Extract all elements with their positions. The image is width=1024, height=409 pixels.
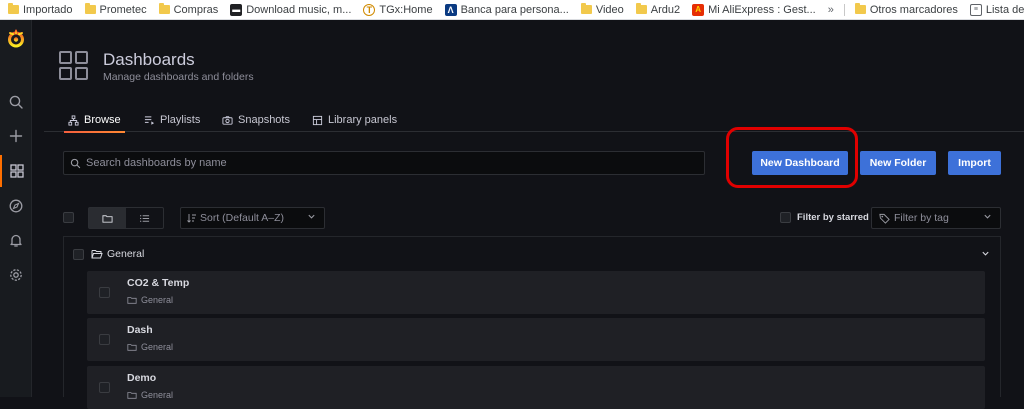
site-icon: T <box>363 3 376 16</box>
folder-icon <box>8 3 19 14</box>
bookmarks-divider <box>843 3 845 16</box>
dashboard-title: Dash <box>127 324 153 336</box>
sort-select[interactable]: Sort (Default A–Z) <box>180 207 325 229</box>
chevron-down-icon <box>308 214 315 219</box>
list-view-button[interactable] <box>126 208 163 228</box>
dashboard-folder-label: General <box>127 295 173 305</box>
folder-open-icon <box>91 250 103 259</box>
library-icon <box>312 115 323 125</box>
list-icon <box>140 214 150 222</box>
folder-icon <box>127 297 137 304</box>
dashboard-row[interactable]: Demo General <box>87 366 985 409</box>
folder-icon <box>854 3 866 14</box>
search-icon <box>70 158 81 168</box>
sidebar <box>0 20 32 397</box>
bookmark-tgx-home[interactable]: T TGx:Home <box>363 3 433 16</box>
tab-playlists[interactable]: Playlists <box>144 108 200 132</box>
tab-library-panels[interactable]: Library panels <box>312 108 397 132</box>
import-button[interactable]: Import <box>948 151 1001 175</box>
view-toggle <box>88 207 164 229</box>
new-dashboard-button[interactable]: New Dashboard <box>752 151 848 175</box>
filter-starred-label: Filter by starred <box>797 212 869 223</box>
bookmarks-bar: Importado Prometec Compras ▬ Download mus… <box>0 0 1024 20</box>
search-icon <box>9 95 23 109</box>
bookmark-download-music[interactable]: ▬ Download music, m... <box>230 3 351 16</box>
folder-checkbox[interactable] <box>73 249 84 260</box>
alerting-icon <box>10 234 22 247</box>
playlist-icon <box>144 115 155 125</box>
dashboard-folder-label: General <box>127 342 173 352</box>
bookmark-ardu2[interactable]: Ardu2 <box>635 3 680 16</box>
folder-icon <box>580 3 592 14</box>
bookmark-video[interactable]: Video <box>580 3 624 16</box>
bank-icon: Λ <box>444 3 457 16</box>
bookmark-compras[interactable]: Compras <box>158 3 218 16</box>
new-folder-button[interactable]: New Folder <box>860 151 936 175</box>
explore-icon <box>9 199 23 213</box>
folder-name: General <box>107 248 145 260</box>
search-input[interactable] <box>86 157 686 169</box>
select-all-checkbox[interactable] <box>63 212 74 223</box>
plus-icon <box>9 129 23 143</box>
folder-icon <box>102 214 113 223</box>
folder-icon <box>84 3 96 14</box>
dashboards-icon <box>59 51 88 80</box>
dashboard-title: Demo <box>127 372 157 384</box>
dashboard-list: General CO2 & Temp General Dash General … <box>63 236 1001 409</box>
row-checkbox[interactable] <box>99 334 110 345</box>
tab-bar: Browse Playlists Snapshots Library panel… <box>44 108 1024 133</box>
row-checkbox[interactable] <box>99 382 110 393</box>
car-icon: ▬ <box>230 3 243 16</box>
bookmark-aliexpress[interactable]: A Mi AliExpress : Gest... <box>692 3 816 16</box>
dashboard-row[interactable]: CO2 & Temp General <box>87 271 985 314</box>
camera-icon <box>222 115 233 125</box>
folder-icon <box>635 3 647 14</box>
filter-starred-checkbox[interactable] <box>780 212 791 223</box>
sidebar-explore[interactable] <box>0 190 32 222</box>
dashboard-title: CO2 & Temp <box>127 277 190 289</box>
search-box[interactable] <box>63 151 705 175</box>
page-subtitle: Manage dashboards and folders <box>103 71 254 83</box>
dashboard-row[interactable]: Dash General <box>87 318 985 361</box>
page-title: Dashboards <box>103 50 195 69</box>
bookmarks-more-button[interactable]: » <box>828 4 834 16</box>
folder-section-header[interactable]: General <box>64 237 1000 271</box>
row-checkbox[interactable] <box>99 287 110 298</box>
tab-browse[interactable]: Browse <box>64 108 125 133</box>
grafana-logo-icon[interactable] <box>6 29 26 49</box>
settings-icon <box>10 269 22 281</box>
bookmark-banca[interactable]: Λ Banca para persona... <box>444 3 569 16</box>
dashboard-folder-label: General <box>127 390 173 400</box>
chevron-down-icon[interactable] <box>981 249 990 258</box>
tab-snapshots[interactable]: Snapshots <box>222 108 290 132</box>
folder-icon <box>158 3 170 14</box>
sidebar-alerting[interactable] <box>0 224 32 256</box>
sitemap-icon <box>68 114 79 126</box>
sort-icon <box>187 214 196 223</box>
folder-icon <box>127 344 137 351</box>
folder-view-button[interactable] <box>89 208 126 228</box>
tag-filter-select[interactable]: Filter by tag <box>871 207 1001 229</box>
sidebar-create[interactable] <box>0 120 32 152</box>
bookmark-lista-de-lectura[interactable]: ≡Lista de lectura <box>969 3 1024 16</box>
bookmark-prometec[interactable]: Prometec <box>84 3 147 16</box>
chevron-down-icon <box>984 214 991 219</box>
folder-icon <box>127 392 137 399</box>
aliexpress-icon: A <box>692 3 705 16</box>
sidebar-configuration[interactable] <box>0 259 32 291</box>
sidebar-search[interactable] <box>0 86 32 118</box>
tag-icon <box>879 213 890 224</box>
bookmark-otros-marcadores[interactable]: Otros marcadores <box>854 3 958 16</box>
dashboards-icon <box>10 164 24 178</box>
sidebar-dashboards[interactable] <box>0 155 32 187</box>
bookmark-importado[interactable]: Importado <box>8 3 73 16</box>
reading-list-icon: ≡ <box>969 3 982 16</box>
